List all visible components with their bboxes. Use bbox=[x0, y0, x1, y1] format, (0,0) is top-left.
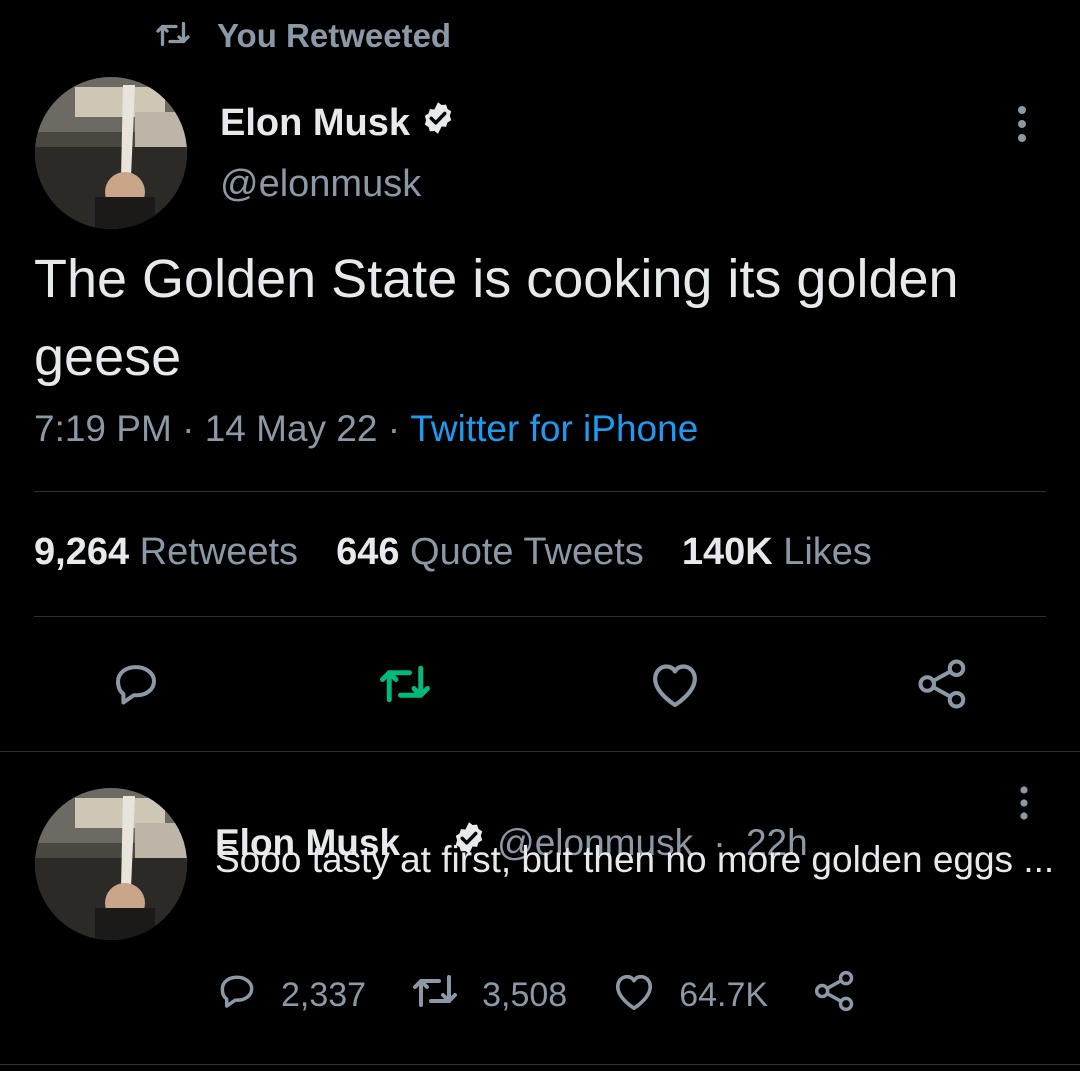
retweet-icon bbox=[378, 661, 432, 712]
share-icon bbox=[812, 969, 858, 1022]
quotes-stat[interactable]: 646 Quote Tweets bbox=[336, 531, 644, 574]
engagement-stats: 9,264 Retweets 646 Quote Tweets 140K Lik… bbox=[34, 531, 872, 574]
author-handle[interactable]: @elonmusk bbox=[220, 163, 421, 206]
tweet-text: The Golden State is cooking its golden g… bbox=[34, 249, 959, 387]
author-name: Elon Musk bbox=[220, 101, 411, 144]
tweet-date[interactable]: 14 May 22 bbox=[205, 408, 378, 450]
retweets-count: 9,264 bbox=[34, 531, 130, 573]
reply-button[interactable] bbox=[101, 651, 171, 721]
retweet-button[interactable]: 3,508 bbox=[410, 971, 567, 1020]
retweet-context-header[interactable]: You Retweeted bbox=[155, 14, 451, 58]
divider bbox=[34, 616, 1046, 617]
divider bbox=[34, 491, 1046, 492]
heart-icon bbox=[611, 970, 657, 1021]
like-button[interactable]: 64.7K bbox=[611, 970, 768, 1021]
like-count: 64.7K bbox=[679, 975, 769, 1014]
quotes-count: 646 bbox=[336, 531, 400, 573]
retweet-count: 3,508 bbox=[482, 975, 568, 1014]
share-button[interactable] bbox=[812, 969, 858, 1022]
tweet-time[interactable]: 7:19 PM bbox=[34, 408, 172, 450]
likes-stat[interactable]: 140K Likes bbox=[682, 531, 872, 574]
retweet-icon bbox=[410, 971, 460, 1020]
reply-icon bbox=[109, 657, 163, 716]
retweet-context-label: You Retweeted bbox=[217, 17, 452, 54]
reply-icon bbox=[215, 969, 259, 1022]
reply-tweet-text: Sooo tasty at first, but then no more go… bbox=[215, 839, 1055, 880]
retweets-label: Retweets bbox=[139, 531, 299, 573]
divider bbox=[0, 1064, 1080, 1065]
avatar[interactable] bbox=[35, 77, 187, 229]
tweet-metadata: 7:19 PM · 14 May 22 · Twitter for iPhone bbox=[34, 408, 698, 450]
avatar[interactable] bbox=[35, 788, 187, 940]
divider bbox=[0, 751, 1080, 752]
retweets-stat[interactable]: 9,264 Retweets bbox=[34, 531, 298, 574]
retweet-button[interactable] bbox=[370, 651, 440, 721]
like-button[interactable] bbox=[640, 651, 710, 721]
retweet-icon bbox=[155, 19, 191, 54]
meta-separator: · bbox=[171, 408, 205, 449]
more-options-icon[interactable] bbox=[1004, 104, 1040, 144]
meta-separator: · bbox=[377, 408, 411, 449]
likes-count: 140K bbox=[681, 531, 773, 573]
share-button[interactable] bbox=[908, 651, 978, 721]
likes-label: Likes bbox=[783, 531, 872, 573]
reply-action-bar: 2,337 3,508 64.7K bbox=[215, 970, 858, 1020]
heart-icon bbox=[647, 658, 703, 715]
verified-badge-icon bbox=[420, 100, 456, 146]
quotes-label: Quote Tweets bbox=[410, 531, 644, 573]
more-options-icon[interactable] bbox=[1006, 784, 1042, 824]
author-name-row[interactable]: Elon Musk bbox=[220, 100, 456, 146]
tweet-source-link[interactable]: Twitter for iPhone bbox=[410, 408, 698, 450]
reply-button[interactable]: 2,337 bbox=[215, 969, 366, 1022]
reply-count: 2,337 bbox=[281, 975, 367, 1014]
share-icon bbox=[915, 657, 971, 716]
